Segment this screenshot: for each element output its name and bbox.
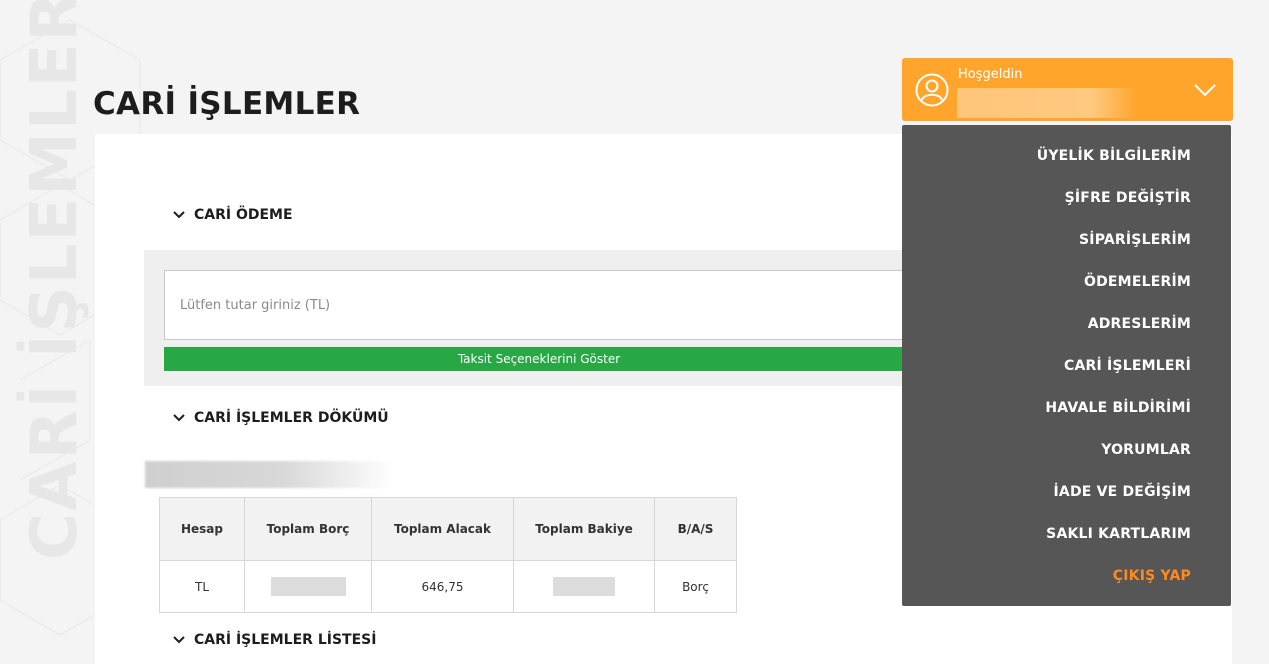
- user-name-redacted: [957, 88, 1137, 118]
- menu-item-sakli-kartlarim[interactable]: SAKLI KARTLARIM: [1046, 526, 1191, 542]
- cell-total-credit: 646,75: [371, 560, 514, 613]
- menu-item-iade-ve-degisim[interactable]: İADE VE DEĞİŞİM: [1054, 484, 1191, 500]
- totals-table: Hesap Toplam Borç Toplam Alacak Toplam B…: [159, 497, 737, 613]
- menu-item-odemelerim[interactable]: ÖDEMELERİM: [1084, 274, 1191, 290]
- welcome-text: Hoşgeldin: [958, 67, 1023, 82]
- menu-item-uyelik-bilgilerim[interactable]: ÜYELİK BİLGİLERİM: [1037, 148, 1191, 164]
- menu-item-yorumlar[interactable]: YORUMLAR: [1101, 442, 1191, 458]
- section-cari-islemler-listesi[interactable]: CARİ İŞLEMLER LİSTESİ: [172, 632, 376, 648]
- column-header-toplam-borc: Toplam Borç: [244, 497, 372, 561]
- cell-total-debt: [244, 560, 372, 613]
- chevron-down-icon: [1194, 84, 1216, 97]
- column-header-hesap: Hesap: [159, 497, 245, 561]
- user-menu-toggle[interactable]: Hoşgeldin: [902, 58, 1233, 121]
- chevron-down-icon: [173, 211, 185, 219]
- menu-item-siparislerim[interactable]: SİPARİŞLERİM: [1079, 232, 1191, 248]
- user-dropdown-menu: ÜYELİK BİLGİLERİM ŞİFRE DEĞİŞTİR SİPARİŞ…: [902, 125, 1231, 606]
- section-cari-odeme-title: CARİ ÖDEME: [194, 207, 293, 223]
- cell-total-balance: [513, 560, 655, 613]
- redacted-value: [553, 577, 615, 596]
- section-dokumu-title: CARİ İŞLEMLER DÖKÜMÜ: [194, 410, 389, 426]
- section-cari-islemler-dokumu[interactable]: CARİ İŞLEMLER DÖKÜMÜ: [172, 410, 389, 426]
- menu-item-havale-bildirimi[interactable]: HAVALE BİLDİRİMİ: [1045, 400, 1191, 416]
- menu-item-cikis-yap[interactable]: ÇIKIŞ YAP: [1113, 568, 1191, 584]
- show-installments-button[interactable]: Taksit Seçeneklerini Göster: [164, 347, 914, 371]
- menu-item-adreslerim[interactable]: ADRESLERİM: [1088, 316, 1191, 332]
- cell-bas: Borç: [654, 560, 737, 613]
- redacted-value: [270, 577, 346, 596]
- table-header-row: Hesap Toplam Borç Toplam Alacak Toplam B…: [159, 497, 737, 561]
- column-header-bas: B/A/S: [654, 497, 737, 561]
- redacted-info-bar: [145, 461, 395, 488]
- side-watermark: CARİ İŞLEMLER: [18, 0, 92, 560]
- menu-item-sifre-degistir[interactable]: ŞİFRE DEĞİŞTİR: [1065, 190, 1191, 206]
- chevron-down-icon: [173, 636, 185, 644]
- column-header-toplam-bakiye: Toplam Bakiye: [513, 497, 655, 561]
- amount-input[interactable]: [164, 270, 914, 340]
- cell-account: TL: [159, 560, 245, 613]
- page-title: CARİ İŞLEMLER: [93, 86, 361, 122]
- section-cari-odeme[interactable]: CARİ ÖDEME: [172, 207, 293, 223]
- chevron-down-icon: [173, 414, 185, 422]
- section-listesi-title: CARİ İŞLEMLER LİSTESİ: [194, 632, 377, 648]
- column-header-toplam-alacak: Toplam Alacak: [371, 497, 514, 561]
- user-circle-icon: [915, 73, 949, 107]
- table-row: TL 646,75 Borç: [159, 560, 737, 613]
- menu-item-cari-islemleri[interactable]: CARİ İŞLEMLERİ: [1064, 358, 1191, 374]
